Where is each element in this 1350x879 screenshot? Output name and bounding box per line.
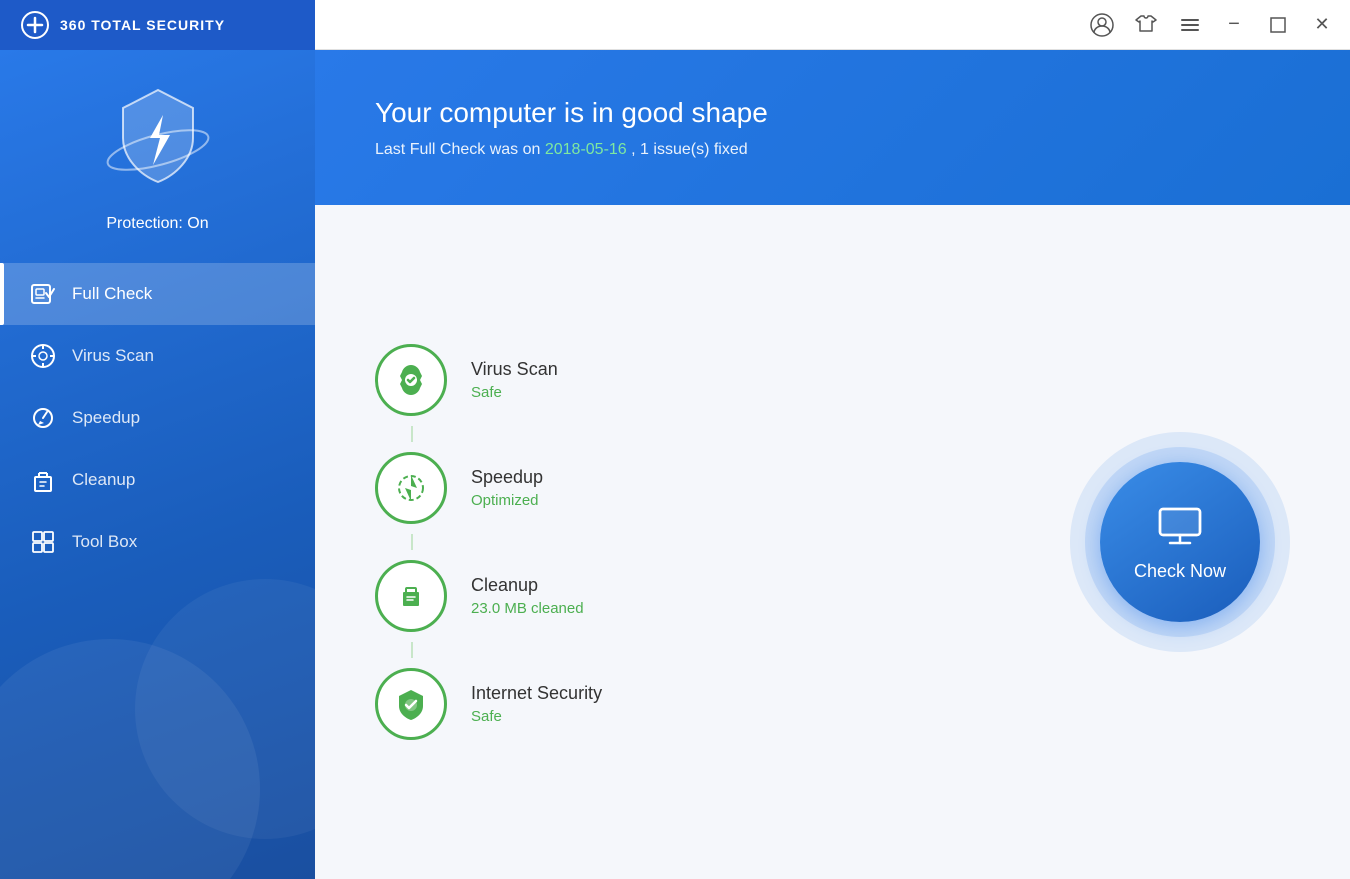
status-list: Virus Scan Safe — [375, 326, 1030, 758]
close-button[interactable]: ✕ — [1302, 5, 1342, 45]
speedup-status-icon — [391, 468, 431, 508]
check-now-mid-ring: Check Now — [1085, 447, 1275, 637]
speedup-text: Speedup Optimized — [471, 467, 543, 509]
header-banner: Your computer is in good shape Last Full… — [315, 50, 1350, 205]
internet-security-status-icon — [391, 684, 431, 724]
logo-icon — [20, 10, 50, 40]
status-item-speedup: Speedup Optimized — [375, 434, 1030, 542]
header-subtitle: Last Full Check was on 2018-05-16 , 1 is… — [375, 141, 1290, 159]
cleanup-name: Cleanup — [471, 575, 584, 596]
sidebar-item-virus-scan[interactable]: Virus Scan — [0, 325, 315, 387]
virus-scan-name: Virus Scan — [471, 359, 558, 380]
status-item-internet-security: Internet Security Safe — [375, 650, 1030, 758]
speedup-name: Speedup — [471, 467, 543, 488]
content-area: Virus Scan Safe — [315, 205, 1350, 879]
sidebar-nav: Full Check Virus Scan — [0, 253, 315, 879]
shield-icon — [98, 80, 218, 200]
speedup-icon — [30, 405, 56, 431]
virus-scan-circle — [375, 344, 447, 416]
subtitle-prefix: Last Full Check was on — [375, 141, 545, 158]
check-now-button[interactable]: Check Now — [1100, 462, 1260, 622]
cleanup-status-icon — [391, 576, 431, 616]
virus-scan-status-icon — [391, 360, 431, 400]
internet-security-value: Safe — [471, 708, 602, 725]
theme-button[interactable] — [1126, 5, 1166, 45]
protection-label: Protection: On — [106, 215, 208, 233]
titlebar: 360 TOTAL SECURITY − — [0, 0, 1350, 50]
sidebar-item-label-cleanup: Cleanup — [72, 470, 135, 490]
header-date: 2018-05-16 — [545, 141, 627, 158]
status-item-virus-scan: Virus Scan Safe — [375, 326, 1030, 434]
cleanup-icon — [30, 467, 56, 493]
internet-security-name: Internet Security — [471, 683, 602, 704]
sidebar-item-cleanup[interactable]: Cleanup — [0, 449, 315, 511]
virus-scan-icon — [30, 343, 56, 369]
protection-area: Protection: On — [0, 50, 315, 253]
minimize-button[interactable]: − — [1214, 5, 1254, 45]
header-title: Your computer is in good shape — [375, 97, 1290, 129]
sidebar-item-label-virus-scan: Virus Scan — [72, 346, 154, 366]
check-now-outer-ring: Check Now — [1070, 432, 1290, 652]
monitor-icon — [1156, 503, 1204, 551]
internet-security-circle — [375, 668, 447, 740]
sidebar-item-label-speedup: Speedup — [72, 408, 140, 428]
status-item-cleanup: Cleanup 23.0 MB cleaned — [375, 542, 1030, 650]
maximize-button[interactable] — [1258, 5, 1298, 45]
tool-box-icon — [30, 529, 56, 555]
subtitle-suffix: , 1 issue(s) fixed — [627, 141, 748, 158]
cleanup-value: 23.0 MB cleaned — [471, 600, 584, 617]
cleanup-text: Cleanup 23.0 MB cleaned — [471, 575, 584, 617]
shield-container — [98, 80, 218, 200]
speedup-circle — [375, 452, 447, 524]
virus-scan-value: Safe — [471, 384, 558, 401]
user-avatar-button[interactable] — [1082, 5, 1122, 45]
internet-security-text: Internet Security Safe — [471, 683, 602, 725]
menu-button[interactable] — [1170, 5, 1210, 45]
sidebar-item-full-check[interactable]: Full Check — [0, 263, 315, 325]
titlebar-left: 360 TOTAL SECURITY — [0, 0, 315, 50]
check-now-label: Check Now — [1134, 561, 1226, 582]
sidebar-item-label-full-check: Full Check — [72, 284, 152, 304]
app-body: Protection: On Full Check — [0, 50, 1350, 879]
speedup-value: Optimized — [471, 492, 543, 509]
app-logo: 360 TOTAL SECURITY — [0, 0, 315, 50]
full-check-icon — [30, 281, 56, 307]
check-now-wrapper: Check Now — [1070, 432, 1290, 652]
sidebar-item-speedup[interactable]: Speedup — [0, 387, 315, 449]
sidebar: Protection: On Full Check — [0, 50, 315, 879]
titlebar-controls: − ✕ — [1082, 5, 1350, 45]
sidebar-item-tool-box[interactable]: Tool Box — [0, 511, 315, 573]
cleanup-circle — [375, 560, 447, 632]
app-name-label: 360 TOTAL SECURITY — [60, 17, 225, 33]
sidebar-item-label-tool-box: Tool Box — [72, 532, 137, 552]
virus-scan-text: Virus Scan Safe — [471, 359, 558, 401]
main-content: Your computer is in good shape Last Full… — [315, 50, 1350, 879]
